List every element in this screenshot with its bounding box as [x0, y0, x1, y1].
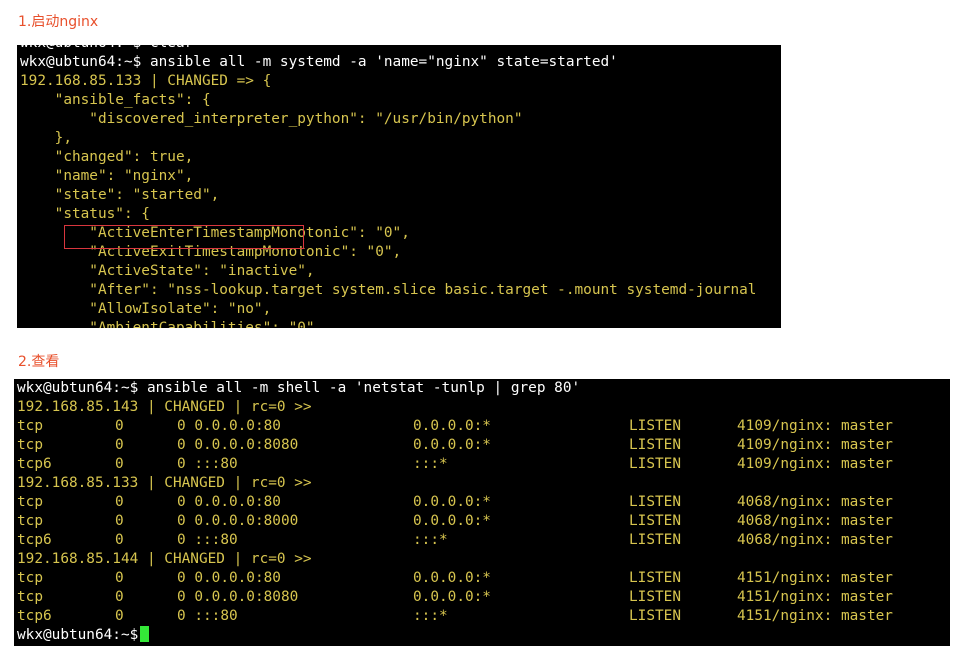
pid-program-cell: 4109/nginx: master [737, 437, 893, 453]
host-result-header: 192.168.85.133 | CHANGED | rc=0 >> [17, 475, 312, 491]
local-address-cell: 0 0.0.0.0:8000 [177, 513, 299, 529]
command-line: wkx@ubtun64:~$ ansible all -m shell -a '… [17, 380, 581, 396]
foreign-address-cell: 0.0.0.0:* [413, 418, 491, 434]
pid-program-cell: 4151/nginx: master [737, 589, 893, 605]
proto-cell: tcp [17, 513, 43, 529]
pid-program-cell: 4068/nginx: master [737, 513, 893, 529]
terminal-line: "status": { [20, 206, 150, 222]
terminal-line: }, [20, 130, 72, 146]
terminal-cursor [140, 626, 150, 642]
terminal-line: wkx@ubtun64:~$ clear [20, 45, 756, 53]
pid-program-cell: 4151/nginx: master [737, 608, 893, 624]
section-2-heading: 2.查看 [18, 354, 60, 370]
netstat-row: tcp 0 0 0.0.0.0:8080 0.0.0.0:* LISTEN 4151/ng… [17, 588, 917, 607]
terminal-output-lines: wkx@ubtun64:~$ ansible all -m shell -a '… [17, 379, 917, 645]
recvq-cell: 0 [115, 456, 124, 472]
proto-cell: tcp [17, 437, 43, 453]
recvq-cell: 0 [115, 570, 124, 586]
netstat-row: tcp6 0 0 :::80:::* LISTEN 4068/nginx: master [17, 531, 917, 550]
terminal-line: "state": "started", [20, 187, 220, 203]
local-address-cell: 0 0.0.0.0:80 [177, 418, 281, 434]
netstat-row: tcp 0 0 0.0.0.0:8080 0.0.0.0:* LISTEN 4109/ng… [17, 436, 917, 455]
state-cell: LISTEN [629, 513, 681, 529]
netstat-row: tcp 0 0 0.0.0.0:8000 0.0.0.0:* LISTEN 4068/ng… [17, 512, 917, 531]
pid-program-cell: 4068/nginx: master [737, 494, 893, 510]
netstat-row: tcp6 0 0 :::80:::* LISTEN 4109/nginx: master [17, 455, 917, 474]
state-cell: LISTEN [629, 456, 681, 472]
state-cell: LISTEN [629, 532, 681, 548]
pid-program-cell: 4151/nginx: master [737, 570, 893, 586]
terminal-line: "ActiveState": "inactive", [20, 263, 315, 279]
netstat-row: tcp 0 0 0.0.0.0:80 0.0.0.0:* LISTEN 4151/ngin… [17, 569, 917, 588]
netstat-row: tcp 0 0 0.0.0.0:80 0.0.0.0:* LISTEN 4109/ngin… [17, 417, 917, 436]
local-address-cell: 0 0.0.0.0:8080 [177, 437, 299, 453]
recvq-cell: 0 [115, 532, 124, 548]
foreign-address-cell: 0.0.0.0:* [413, 494, 491, 510]
terminal-line: "After": "nss-lookup.target system.slice… [20, 282, 757, 298]
recvq-cell: 0 [115, 437, 124, 453]
recvq-cell: 0 [115, 589, 124, 605]
state-cell: LISTEN [629, 608, 681, 624]
proto-cell: tcp6 [17, 608, 52, 624]
terminal-line: wkx@ubtun64:~$ ansible all -m systemd -a… [20, 54, 618, 70]
state-cell: LISTEN [629, 437, 681, 453]
foreign-address-cell: 0.0.0.0:* [413, 570, 491, 586]
state-cell: LISTEN [629, 418, 681, 434]
netstat-row: tcp6 0 0 :::80:::* LISTEN 4151/nginx: master [17, 607, 917, 626]
state-cell: LISTEN [629, 570, 681, 586]
pid-program-cell: 4068/nginx: master [737, 532, 893, 548]
shell-prompt: wkx@ubtun64:~$ [17, 627, 139, 643]
terminal-line: 192.168.85.133 | CHANGED => { [20, 73, 272, 89]
state-started-highlight-box [64, 225, 304, 249]
recvq-cell: 0 [115, 513, 124, 529]
proto-cell: tcp [17, 589, 43, 605]
recvq-cell: 0 [115, 608, 124, 624]
proto-cell: tcp [17, 570, 43, 586]
host-result-header: 192.168.85.143 | CHANGED | rc=0 >> [17, 399, 312, 415]
local-address-cell: 0 :::80 [177, 456, 238, 472]
recvq-cell: 0 [115, 494, 124, 510]
proto-cell: tcp [17, 494, 43, 510]
terminal-line: "AmbientCapabilities": "0", [20, 320, 324, 328]
section-1-heading: 1.启动nginx [18, 14, 99, 30]
foreign-address-cell: 0.0.0.0:* [413, 513, 491, 529]
proto-cell: tcp [17, 418, 43, 434]
foreign-address-cell: :::* [413, 456, 448, 472]
netstat-row: tcp 0 0 0.0.0.0:80 0.0.0.0:* LISTEN 4068/ngin… [17, 493, 917, 512]
state-cell: LISTEN [629, 589, 681, 605]
local-address-cell: 0 0.0.0.0:80 [177, 570, 281, 586]
terminal-line: "name": "nginx", [20, 168, 194, 184]
terminal-line: "discovered_interpreter_python": "/usr/b… [20, 111, 523, 127]
terminal-output-lines: wkx@ubtun64:~$ clearwkx@ubtun64:~$ ansib… [20, 45, 756, 328]
foreign-address-cell: 0.0.0.0:* [413, 437, 491, 453]
state-cell: LISTEN [629, 494, 681, 510]
terminal-netstat-output[interactable]: wkx@ubtun64:~$ ansible all -m shell -a '… [14, 379, 950, 646]
terminal-systemd-output[interactable]: wkx@ubtun64:~$ clearwkx@ubtun64:~$ ansib… [17, 45, 781, 328]
terminal-line: "AllowIsolate": "no", [20, 301, 272, 317]
proto-cell: tcp6 [17, 532, 52, 548]
foreign-address-cell: 0.0.0.0:* [413, 589, 491, 605]
local-address-cell: 0 0.0.0.0:8080 [177, 589, 299, 605]
pid-program-cell: 4109/nginx: master [737, 456, 893, 472]
terminal-line: "ansible_facts": { [20, 92, 211, 108]
recvq-cell: 0 [115, 418, 124, 434]
foreign-address-cell: :::* [413, 608, 448, 624]
local-address-cell: 0 0.0.0.0:80 [177, 494, 281, 510]
terminal-line: "changed": true, [20, 149, 194, 165]
prompt-line[interactable]: wkx@ubtun64:~$ [17, 626, 917, 645]
host-result-header: 192.168.85.144 | CHANGED | rc=0 >> [17, 551, 312, 567]
foreign-address-cell: :::* [413, 532, 448, 548]
pid-program-cell: 4109/nginx: master [737, 418, 893, 434]
local-address-cell: 0 :::80 [177, 532, 238, 548]
local-address-cell: 0 :::80 [177, 608, 238, 624]
proto-cell: tcp6 [17, 456, 52, 472]
